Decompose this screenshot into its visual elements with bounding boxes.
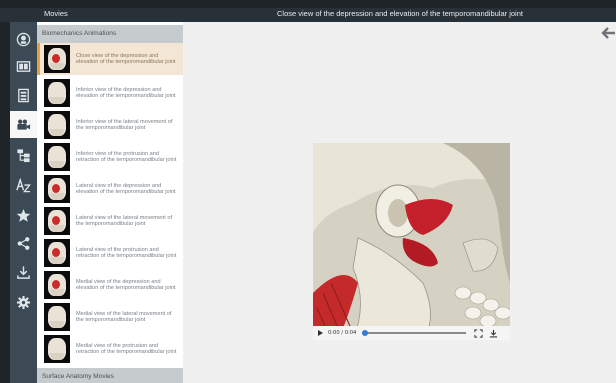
list-item-label: Inferior view of the depression and elev… <box>76 86 176 99</box>
seek-knob[interactable] <box>362 330 369 336</box>
movies-icon <box>17 119 31 130</box>
movie-thumbnail <box>44 207 70 235</box>
anatomy-model-button[interactable] <box>10 26 37 53</box>
section-header-biomechanics[interactable]: Biomechanics Animations <box>37 25 183 43</box>
movie-thumbnail <box>44 303 70 331</box>
movies-list-panel: Biomechanics Animations Close view of th… <box>37 22 183 383</box>
list-item[interactable]: Inferior view of the depression and elev… <box>37 77 183 109</box>
movie-thumbnail <box>44 143 70 171</box>
structures-icon <box>17 149 30 163</box>
list-item-label: Lateral view of the lateral movement of … <box>76 214 173 227</box>
list-item-label: Inferior view of the lateral movement of… <box>76 118 173 131</box>
seek-bar[interactable] <box>362 330 467 336</box>
gallery-button[interactable] <box>10 53 37 80</box>
favorites-icon <box>16 208 31 222</box>
list-item[interactable]: Medial view of the depression and elevat… <box>37 269 183 301</box>
page-title: Close view of the depression and elevati… <box>277 9 523 18</box>
list-item[interactable]: Lateral view of the lateral movement of … <box>37 205 183 237</box>
a-to-z-icon <box>16 178 31 193</box>
section-header-surface-anatomy[interactable]: Surface Anatomy Movies <box>37 368 183 383</box>
movie-thumbnail <box>44 175 70 203</box>
settings-button[interactable] <box>10 289 37 316</box>
panel-title: Movies <box>44 9 68 18</box>
list-item[interactable]: Lateral view of the depression and eleva… <box>37 173 183 205</box>
joint-animation-frame <box>313 143 510 340</box>
list-item[interactable]: Medial view of the protrusion and retrac… <box>37 333 183 365</box>
list-item[interactable]: Inferior view of the protrusion and retr… <box>37 141 183 173</box>
gallery-icon <box>16 61 31 72</box>
icon-rail <box>10 22 37 383</box>
list-item-label: Inferior view of the protrusion and retr… <box>76 150 177 163</box>
movie-thumbnail <box>44 111 70 139</box>
settings-icon <box>16 295 31 310</box>
list-item[interactable]: Medial view of the lateral movement of t… <box>37 301 183 333</box>
video-time: 0:00 / 0:04 <box>328 330 357 336</box>
top-bar: Movies Close view of the depression and … <box>0 8 616 22</box>
app-window: Movies Close view of the depression and … <box>0 0 616 383</box>
download-button[interactable] <box>10 259 37 286</box>
movie-thumbnail <box>44 335 70 363</box>
list-item-label: Close view of the depression and elevati… <box>76 52 176 65</box>
anatomy-model-icon <box>16 32 31 47</box>
list-item-label: Medial view of the depression and elevat… <box>76 278 176 291</box>
play-icon[interactable] <box>318 330 323 336</box>
list-item-label: Medial view of the lateral movement of t… <box>76 310 172 323</box>
back-arrow-icon[interactable] <box>600 26 616 40</box>
favorites-button[interactable] <box>10 202 37 229</box>
video-controls: 0:00 / 0:04 <box>313 326 510 340</box>
structures-button[interactable] <box>10 142 37 169</box>
a-to-z-button[interactable] <box>10 172 37 199</box>
download-video-icon[interactable] <box>489 329 498 338</box>
scan-icon <box>18 88 29 103</box>
movie-thumbnail <box>44 239 70 267</box>
scan-button[interactable] <box>10 82 37 109</box>
list-item-label: Medial view of the protrusion and retrac… <box>76 342 177 355</box>
list-item[interactable]: Lateral view of the protrusion and retra… <box>37 237 183 269</box>
share-icon <box>17 237 30 250</box>
list-item[interactable]: Close view of the depression and elevati… <box>37 43 183 75</box>
video-player[interactable]: 0:00 / 0:04 <box>313 143 510 340</box>
download-icon <box>17 266 30 279</box>
list-item[interactable]: Inferior view of the lateral movement of… <box>37 109 183 141</box>
list-item-label: Lateral view of the protrusion and retra… <box>76 246 177 259</box>
selected-accent <box>37 43 40 75</box>
main-content: 0:00 / 0:04 <box>183 22 616 383</box>
movies-button[interactable] <box>10 111 37 138</box>
list-item-label: Lateral view of the depression and eleva… <box>76 182 176 195</box>
movie-thumbnail <box>44 45 70 73</box>
movie-thumbnail <box>44 79 70 107</box>
fullscreen-icon[interactable] <box>474 328 483 338</box>
share-button[interactable] <box>10 230 37 257</box>
movie-thumbnail <box>44 271 70 299</box>
